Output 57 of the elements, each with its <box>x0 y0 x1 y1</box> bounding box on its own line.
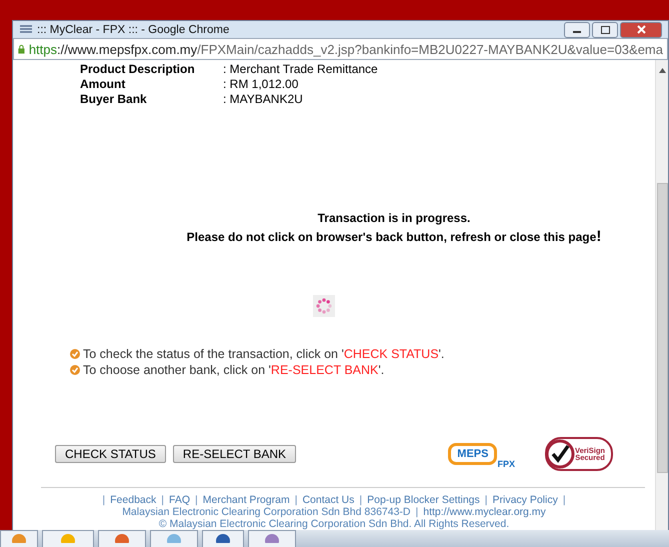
status-warning: Please do not click on browser's back button, refresh or close this page! <box>186 228 602 245</box>
detail-value: : Merchant Trade Remittance <box>223 62 379 76</box>
app-icon <box>166 531 182 543</box>
padlock-icon <box>18 42 25 56</box>
footer-link[interactable]: FAQ <box>169 494 190 506</box>
minimize-button[interactable] <box>564 22 590 38</box>
taskbar-app-button[interactable] <box>150 530 198 547</box>
scrollbar[interactable] <box>655 60 668 530</box>
detail-label: Amount <box>80 77 126 91</box>
status-title: Transaction is in progress. <box>318 211 470 225</box>
separator-text: | <box>484 494 488 506</box>
reselect-bank-button[interactable]: RE-SELECT BANK <box>172 445 296 463</box>
app-icon <box>11 531 27 543</box>
footer-link[interactable]: Merchant Program <box>202 494 290 506</box>
taskbar-app-button[interactable] <box>202 530 244 547</box>
close-icon <box>636 25 646 34</box>
taskbar-app-button[interactable] <box>98 530 146 547</box>
window-icon <box>19 24 33 35</box>
maximize-button[interactable] <box>592 22 618 38</box>
check-bullet-icon <box>70 349 80 359</box>
window-title: ::: MyClear - FPX ::: - Google Chrome <box>37 24 230 36</box>
separator-text: | <box>161 494 164 506</box>
footer-text: © Malaysian Electronic Clearing Corporation Sdn Bhd. All Rights Reserved. <box>158 518 510 530</box>
footer-link[interactable]: Privacy Policy <box>492 494 558 506</box>
separator-text: | <box>294 494 298 506</box>
url-text: https://www.mepsfpx.com.my/FPXMain/cazhadds_v2.jsp?bankinfo=MB2U0227-MAYBANK2U&value=03&ema <box>28 42 663 56</box>
separator-text: | <box>102 494 106 506</box>
check-status-button[interactable]: CHECK STATUS <box>55 445 166 463</box>
instruction-text: To choose another bank, click on 'RE-SELECT BANK'. <box>83 363 384 377</box>
close-button[interactable] <box>620 22 662 38</box>
footer-link[interactable]: Feedback <box>110 494 156 506</box>
footer-text: Malaysian Electronic Clearing Corporation Sdn Bhd 836743-D <box>122 506 411 518</box>
detail-label: Product Description <box>80 62 196 76</box>
footer-link[interactable]: Pop-up Blocker Settings <box>367 494 480 506</box>
separator-text: | <box>195 494 198 506</box>
meps-fpx-logo: MEPS FPX <box>448 443 515 465</box>
detail-value: : MAYBANK2U <box>223 92 304 106</box>
taskbar-app-button[interactable] <box>42 530 94 547</box>
scroll-up-icon <box>658 68 666 73</box>
separator-text: | <box>416 506 418 518</box>
taskbar-app-button[interactable] <box>0 530 38 547</box>
address-bar[interactable]: https://www.mepsfpx.com.my/FPXMain/cazhadds_v2.jsp?bankinfo=MB2U0227-MAYBANK2U&value=03&ema <box>13 38 668 60</box>
loading-spinner-icon <box>311 295 337 317</box>
separator-text: | <box>562 494 566 506</box>
check-bullet-icon <box>70 365 80 375</box>
footer-link[interactable]: Contact Us <box>302 494 354 506</box>
taskbar-app-button[interactable] <box>248 530 296 547</box>
separator-text: | <box>359 494 362 506</box>
instruction-text: To check the status of the transaction, click on 'CHECK STATUS'. <box>83 347 444 361</box>
app-icon <box>264 531 280 543</box>
detail-value: : RM 1,012.00 <box>223 77 300 91</box>
maximize-icon <box>600 26 610 34</box>
app-icon <box>60 531 76 543</box>
app-icon <box>215 531 231 543</box>
footer-link[interactable]: http://www.myclear.org.my <box>423 506 546 518</box>
detail-label: Buyer Bank <box>80 92 148 106</box>
app-icon <box>114 531 130 543</box>
